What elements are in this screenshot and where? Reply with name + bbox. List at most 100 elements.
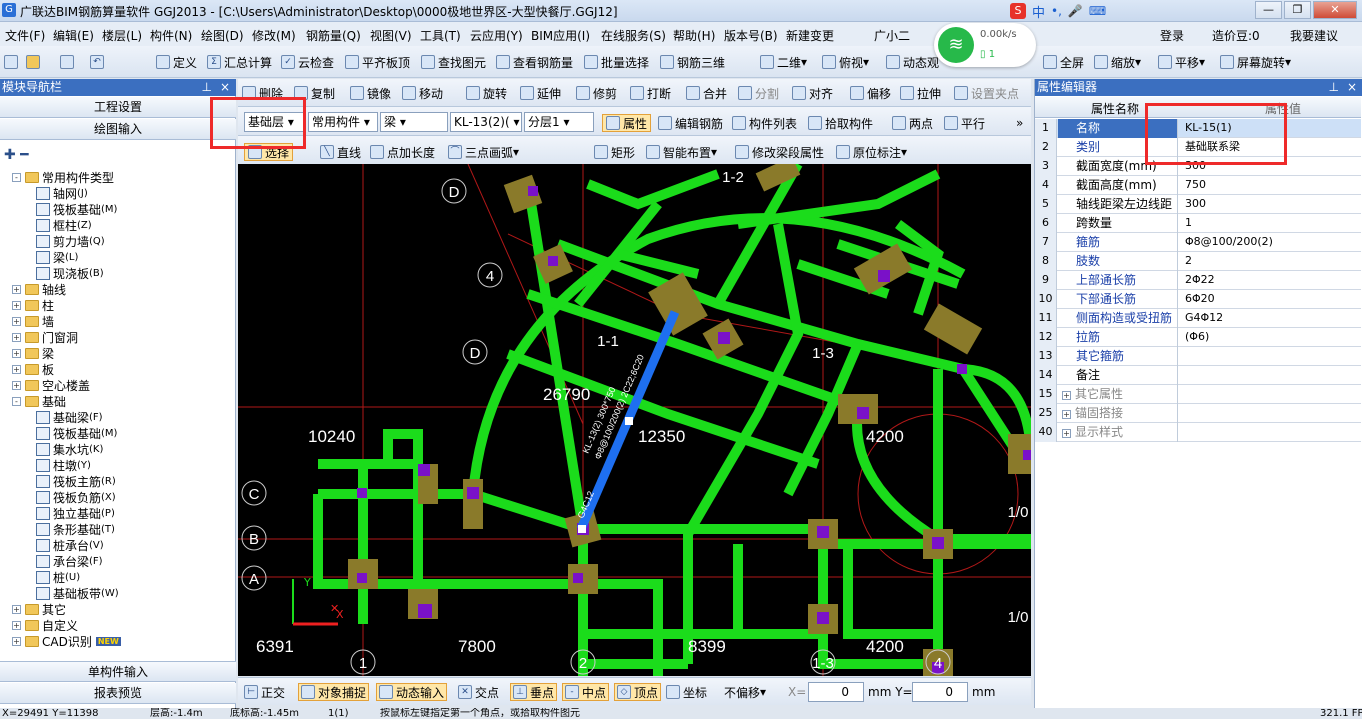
property-row[interactable]: 5 轴线距梁左边线距 300 [1035,195,1361,214]
tree-item[interactable]: 集水坑 (K) [36,441,103,457]
property-row[interactable]: 9 上部通长筋 2Φ22 [1035,271,1361,290]
menu-draw[interactable]: 绘图(D) [201,27,244,44]
menu-new-change[interactable]: 新建变更 [786,27,834,44]
rotate-button[interactable]: 旋转 [466,84,507,102]
arc-button[interactable]: ⌒ 三点画弧 ▾ [448,143,519,161]
expand-icon[interactable]: + [12,620,21,630]
menu-version[interactable]: 版本号(B) [724,27,778,44]
object-snap-toggle[interactable]: 对象捕捉 [298,683,370,701]
property-row[interactable]: 7 箍筋 Φ8@100/200(2) [1035,233,1361,252]
grip-button[interactable]: 设置夹点 [954,84,1019,102]
tree-item[interactable]: 梁 (L) [36,249,78,265]
property-value[interactable] [1181,347,1361,366]
tree-item[interactable]: 基础板带 (W) [36,585,119,601]
property-value[interactable]: (Φ6) [1181,328,1361,347]
tree-item[interactable]: 筏板负筋 (X) [36,489,116,505]
menu-component[interactable]: 构件(N) [150,27,192,44]
screen-rotate-button[interactable]: 屏幕旋转 ▾ [1220,53,1291,71]
expand-collapse-icon[interactable]: ✚ ━ [4,147,29,163]
property-row[interactable]: 10 下部通长筋 6Φ20 [1035,290,1361,309]
offset-select[interactable]: 不偏移 ▾ [724,683,766,701]
property-row[interactable]: 15 + 其它属性 [1035,385,1361,404]
collapse-icon[interactable]: - [12,396,21,406]
new-file-button[interactable] [4,53,21,71]
rebar-3d-button[interactable]: 钢筋三维 [660,53,725,71]
tree-item[interactable]: 现浇板 (B) [36,265,104,281]
calc-button[interactable]: Σ 汇总计算 [207,53,272,71]
x-input[interactable]: 0 [808,682,864,702]
sogou-icon[interactable]: S [1010,3,1026,19]
property-row[interactable]: 11 侧面构造或受扭筋 G4Φ12 [1035,309,1361,328]
open-file-button[interactable] [26,53,43,71]
tree-item[interactable]: 剪力墙 (Q) [36,233,105,249]
component-list-button[interactable]: 构件列表 [732,114,797,132]
close-panel-icon[interactable]: × [220,79,230,96]
menu-file[interactable]: 文件(F) [5,27,45,44]
menu-tools[interactable]: 工具(T) [420,27,461,44]
menu-help[interactable]: 帮助(H) [673,27,715,44]
menu-floor[interactable]: 楼层(L) [102,27,142,44]
beam-grip-end[interactable] [578,525,586,533]
tree-item[interactable]: 筏板基础 (M) [36,201,117,217]
modify-beam-button[interactable]: 修改梁段属性 [735,143,824,161]
align-slab-button[interactable]: 平齐板顶 [345,53,410,71]
property-value[interactable]: Φ8@100/200(2) [1181,233,1361,252]
element-select[interactable]: KL-13(2)( ▾ [450,112,522,132]
tree-item[interactable]: - 基础 [12,393,66,409]
y-input[interactable]: 0 [912,682,968,702]
perpendicular-snap[interactable]: ⊥ 垂点 [510,683,558,701]
collapse-icon[interactable]: - [12,172,21,182]
in-place-annotation-button[interactable]: 原位标注 ▾ [836,143,907,161]
menu-guangxiaoer[interactable]: 广小二 [874,27,910,44]
close-button[interactable]: ✕ [1313,1,1357,19]
menu-online[interactable]: 在线服务(S) [601,27,666,44]
zoom-button[interactable]: 缩放 ▾ [1094,53,1141,71]
property-value[interactable]: 750 [1181,176,1361,195]
tree-item[interactable]: 条形基础 (T) [36,521,115,537]
drawing-canvas[interactable]: KL-13(2) 300*750 Φ8@100/200(2) 2C22;6C20… [238,164,1031,676]
properties-button[interactable]: 属性 [602,114,652,132]
tree-item[interactable]: + 门窗洞 [12,329,78,345]
vertex-snap[interactable]: ◇ 顶点 [614,683,662,701]
suggest-link[interactable]: 我要建议 [1290,27,1338,44]
property-row[interactable]: 4 截面高度(mm) 750 [1035,176,1361,195]
property-row[interactable]: 13 其它箍筋 [1035,347,1361,366]
expand-icon[interactable]: + [12,636,21,646]
login-link[interactable]: 登录 [1160,27,1184,44]
ime-keyboard-icon[interactable]: ⌨ [1089,4,1106,18]
restore-button[interactable]: ❐ [1284,1,1311,19]
split-button[interactable]: 分割 [738,84,779,102]
two-point-button[interactable]: 两点 [892,114,933,132]
intersection-snap[interactable]: ✕ 交点 [458,683,499,701]
property-value[interactable]: 300 [1181,195,1361,214]
menu-bim[interactable]: BIM应用(I) [531,27,590,44]
expand-icon[interactable]: + [12,380,21,390]
tree-item[interactable]: 桩 (U) [36,569,80,585]
property-value[interactable]: 2 [1181,252,1361,271]
coordinate-snap[interactable]: 坐标 [666,683,707,701]
find-element-button[interactable]: 查找图元 [421,53,486,71]
property-value[interactable]: 2Φ22 [1181,271,1361,290]
expand-icon[interactable]: + [12,316,21,326]
trim-button[interactable]: 修剪 [576,84,617,102]
tree-item[interactable]: + CAD识别 NEW [12,633,121,649]
menu-rebar[interactable]: 钢筋量(Q) [306,27,361,44]
tree-item[interactable]: + 板 [12,361,54,377]
view-rebar-button[interactable]: 查看钢筋量 [496,53,573,71]
tree-item[interactable]: + 柱 [12,297,54,313]
property-value[interactable] [1181,366,1361,385]
pick-component-button[interactable]: 拾取构件 [808,114,873,132]
cad-drawing[interactable]: KL-13(2) 300*750 Φ8@100/200(2) 2C22;6C20… [238,164,1031,676]
expand-icon[interactable]: + [12,300,21,310]
mirror-button[interactable]: 镜像 [350,84,391,102]
midpoint-snap[interactable]: - 中点 [562,683,610,701]
ime-chinese-icon[interactable]: 中 [1032,2,1045,21]
define-button[interactable]: 定义 [156,53,197,71]
minimize-button[interactable]: — [1255,1,1282,19]
property-row[interactable]: 14 备注 [1035,366,1361,385]
tree-item[interactable]: 柱墩 (Y) [36,457,91,473]
point-length-button[interactable]: 点加长度 [370,143,435,161]
property-value[interactable]: 1 [1181,214,1361,233]
save-button[interactable] [60,53,77,71]
break-button[interactable]: 打断 [630,84,671,102]
